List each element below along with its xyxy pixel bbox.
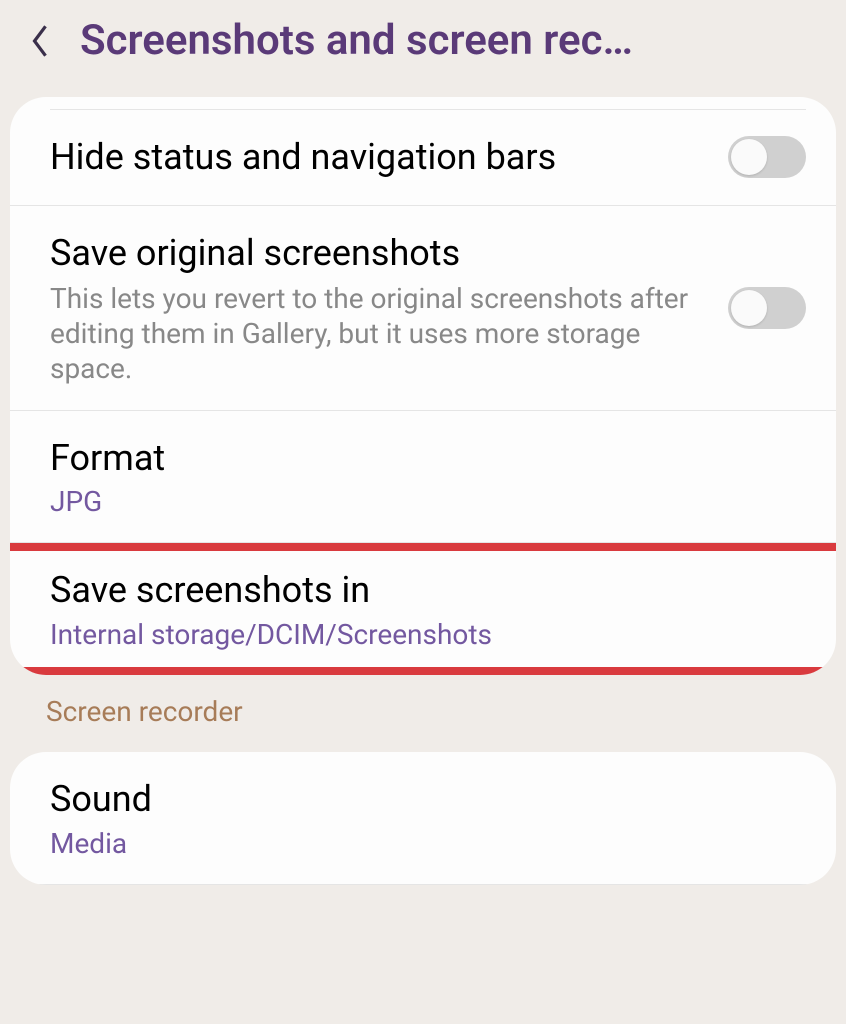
section-header-recorder: Screen recorder — [0, 675, 846, 736]
recorder-card: Sound Media — [10, 752, 836, 885]
setting-title: Save screenshots in — [50, 567, 806, 614]
back-icon[interactable] — [24, 25, 56, 57]
setting-title: Hide status and navigation bars — [50, 134, 698, 181]
toggle-knob — [731, 139, 767, 175]
setting-sound[interactable]: Sound Media — [10, 752, 836, 885]
setting-format[interactable]: Format JPG — [10, 411, 836, 544]
setting-save-original[interactable]: Save original screenshots This lets you … — [10, 206, 836, 411]
setting-hide-status-bars[interactable]: Hide status and navigation bars — [10, 110, 836, 206]
toggle-save-original[interactable] — [728, 287, 806, 329]
page-title: Screenshots and screen rec… — [80, 16, 633, 65]
setting-value: Media — [50, 827, 806, 860]
setting-value: Internal storage/DCIM/Screenshots — [50, 618, 806, 651]
header: Screenshots and screen rec… — [0, 0, 846, 81]
toggle-knob — [731, 290, 767, 326]
setting-description: This lets you revert to the original scr… — [50, 281, 698, 386]
setting-save-location[interactable]: Save screenshots in Internal storage/DCI… — [10, 543, 836, 675]
toggle-hide-status-bars[interactable] — [728, 136, 806, 178]
settings-card: Hide status and navigation bars Save ori… — [10, 97, 836, 675]
setting-value: JPG — [50, 485, 806, 518]
setting-title: Save original screenshots — [50, 230, 698, 277]
setting-title: Format — [50, 435, 806, 482]
setting-title: Sound — [50, 776, 806, 823]
